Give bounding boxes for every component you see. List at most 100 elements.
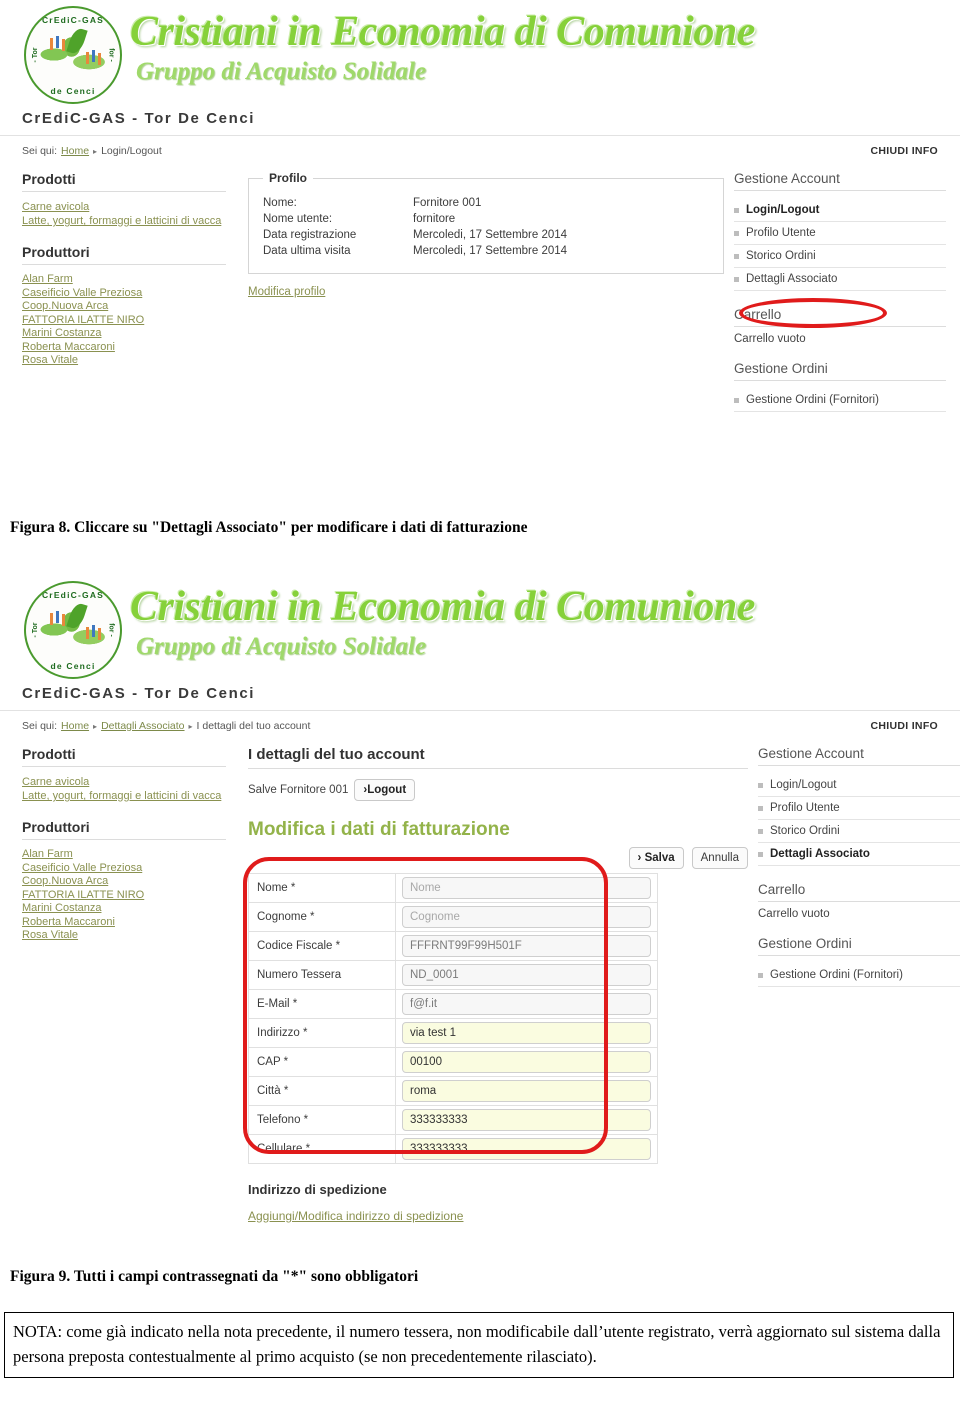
citta-input[interactable]: roma <box>402 1080 651 1102</box>
main-content: I dettagli del tuo account Salve Fornito… <box>236 746 748 1225</box>
cancel-button[interactable]: Annulla <box>691 847 748 869</box>
breadcrumb-label: Sei qui: <box>22 720 58 732</box>
profile-key: Nome: <box>263 197 297 209</box>
list-item[interactable]: Alan Farm <box>22 848 226 862</box>
three-column-layout: Prodotti Carne avicola Latte, yogurt, fo… <box>0 732 960 1229</box>
greeting-text: Salve Fornitore 001 <box>248 784 349 796</box>
table-row: Numero Tessera ND_0001 <box>248 960 658 990</box>
prodotti-heading: Prodotti <box>22 171 226 192</box>
main-content: Profilo Nome: Fornitore 001 Nome utente:… <box>236 171 724 412</box>
breadcrumb: Sei qui: Home ▸ Dettagli Associato ▸ I d… <box>22 720 310 732</box>
list-item[interactable]: Roberta Maccaroni <box>22 916 226 930</box>
sidebar-item-profilo-utente[interactable]: Profilo Utente <box>758 797 960 820</box>
list-item[interactable]: FATTORIA ILATTE NIRO <box>22 889 226 903</box>
table-row: Indirizzo * via test 1 <box>248 1018 658 1048</box>
field-label: Codice Fiscale * <box>248 931 396 961</box>
table-row: Telefono * 333333333 <box>248 1105 658 1135</box>
breadcrumb-bar: Sei qui: Home ▸ Dettagli Associato ▸ I d… <box>0 710 960 732</box>
breadcrumb-home-link[interactable]: Home <box>61 145 89 157</box>
list-item[interactable]: Carne avicola <box>22 775 226 789</box>
screenshot-dettagli-associato: CrEdiC-GAS de Cenci - Tor for - Cristian… <box>0 575 960 1250</box>
list-item[interactable]: Caseificio Valle Preziosa <box>22 287 226 301</box>
field-label: Indirizzo * <box>248 1018 396 1048</box>
email-input[interactable]: f@f.it <box>402 993 651 1015</box>
brand-title: Cristiani in Economia di Comunione <box>130 584 755 630</box>
list-item[interactable]: Rosa Vitale <box>22 929 226 943</box>
bullet-icon <box>758 828 763 834</box>
chiudi-info-button[interactable]: CHIUDI INFO <box>871 145 938 157</box>
table-row: Città * roma <box>248 1076 658 1106</box>
sidebar-item-storico-ordini[interactable]: Storico Ordini <box>758 820 960 843</box>
prodotti-list: Carne avicola Latte, yogurt, formaggi e … <box>22 775 226 803</box>
list-item[interactable]: Coop.Nuova Arca <box>22 300 226 314</box>
bullet-icon <box>758 851 763 857</box>
table-row: Data registrazione Mercoledi, 17 Settemb… <box>263 227 567 243</box>
three-column-layout: Prodotti Carne avicola Latte, yogurt, fo… <box>0 157 960 416</box>
sidebar-item-profilo-utente[interactable]: Profilo Utente <box>734 222 946 245</box>
profile-value: Mercoledi, 17 Settembre 2014 <box>413 229 568 241</box>
list-item[interactable]: Latte, yogurt, formaggi e latticini di v… <box>22 789 226 803</box>
profile-value: Mercoledi, 17 Settembre 2014 <box>413 245 568 257</box>
save-button[interactable]: › Salva <box>628 847 684 869</box>
breadcrumb-label: Sei qui: <box>22 145 58 157</box>
table-row: Nome: Fornitore 001 <box>263 195 567 211</box>
list-item[interactable]: Caseificio Valle Preziosa <box>22 862 226 876</box>
breadcrumb-dettagli-link[interactable]: Dettagli Associato <box>101 720 184 732</box>
sidebar-item-gestione-ordini-fornitori[interactable]: Gestione Ordini (Fornitori) <box>758 964 960 987</box>
cognome-input[interactable]: Cognome <box>402 906 651 928</box>
produttori-list: Alan Farm Caseificio Valle Preziosa Coop… <box>22 848 226 943</box>
figure-8-caption: Figura 8. Cliccare su "Dettagli Associat… <box>10 519 528 536</box>
sidebar-item-dettagli-associato[interactable]: Dettagli Associato <box>758 843 960 866</box>
list-item[interactable]: Rosa Vitale <box>22 354 226 368</box>
sidebar-item-label: Login/Logout <box>770 779 837 791</box>
list-item[interactable]: Roberta Maccaroni <box>22 341 226 355</box>
codice-fiscale-input[interactable]: FFFRNT99F99H501F <box>402 935 651 957</box>
seal-text-top: CrEdiC-GAS <box>41 15 105 25</box>
list-item[interactable]: FATTORIA ILATTE NIRO <box>22 314 226 328</box>
list-item[interactable]: Coop.Nuova Arca <box>22 875 226 889</box>
chiudi-info-button[interactable]: CHIUDI INFO <box>871 720 938 732</box>
list-item[interactable]: Latte, yogurt, formaggi e latticini di v… <box>22 214 226 228</box>
list-item[interactable]: Marini Costanza <box>22 902 226 916</box>
telefono-input[interactable]: 333333333 <box>402 1109 651 1131</box>
bullet-icon <box>734 230 739 236</box>
seal-text-left: - Tor <box>32 47 40 63</box>
cellulare-input[interactable]: 333333333 <box>402 1138 651 1160</box>
people-icon <box>46 36 106 70</box>
produttori-list: Alan Farm Caseificio Valle Preziosa Coop… <box>22 273 226 368</box>
list-item[interactable]: Carne avicola <box>22 200 226 214</box>
shipping-address-link[interactable]: Aggiungi/Modifica indirizzo di spedizion… <box>248 1209 463 1223</box>
breadcrumb-home-link[interactable]: Home <box>61 720 89 732</box>
brand-subtitle: Gruppo di Acquisto Solidale <box>136 633 427 660</box>
breadcrumb: Sei qui: Home ▸ Login/Logout <box>22 145 162 157</box>
nome-input[interactable]: Nome <box>402 877 651 899</box>
field-label: Cellulare * <box>248 1134 396 1164</box>
carrello-status: Carrello vuoto <box>758 908 830 920</box>
table-row: Codice Fiscale * FFFRNT99F99H501F <box>248 931 658 961</box>
field-label: Nome * <box>248 873 396 903</box>
seal-text-top: CrEdiC-GAS <box>41 590 105 600</box>
profile-key: Data ultima visita <box>263 245 351 257</box>
logout-button[interactable]: ›Logout <box>354 779 416 801</box>
bullet-icon <box>758 782 763 788</box>
sidebar-item-dettagli-associato[interactable]: Dettagli Associato <box>734 268 946 291</box>
sidebar-item-login-logout[interactable]: Login/Logout <box>758 774 960 797</box>
carrello-status: Carrello vuoto <box>734 333 806 345</box>
sidebar-item-gestione-ordini-fornitori[interactable]: Gestione Ordini (Fornitori) <box>734 389 946 412</box>
sidebar-item-label: Dettagli Associato <box>746 273 838 285</box>
cap-input[interactable]: 00100 <box>402 1051 651 1073</box>
sidebar-item-storico-ordini[interactable]: Storico Ordini <box>734 245 946 268</box>
site-title: CrEdiC-GAS - Tor De Cenci <box>22 110 256 127</box>
sidebar-item-login-logout[interactable]: Login/Logout <box>734 199 946 222</box>
field-label: CAP * <box>248 1047 396 1077</box>
prodotti-list: Carne avicola Latte, yogurt, formaggi e … <box>22 200 226 228</box>
table-row: CAP * 00100 <box>248 1047 658 1077</box>
sidebar-item-label: Gestione Ordini (Fornitori) <box>770 969 903 981</box>
breadcrumb-current: I dettagli del tuo account <box>196 720 311 732</box>
list-item[interactable]: Alan Farm <box>22 273 226 287</box>
modifica-profilo-link[interactable]: Modifica profilo <box>248 286 325 298</box>
indirizzo-input[interactable]: via test 1 <box>402 1022 651 1044</box>
site-logo-header: CrEdiC-GAS de Cenci - Tor for - Cristian… <box>0 575 960 683</box>
list-item[interactable]: Marini Costanza <box>22 327 226 341</box>
form-actions: › Salva Annulla <box>248 847 748 869</box>
